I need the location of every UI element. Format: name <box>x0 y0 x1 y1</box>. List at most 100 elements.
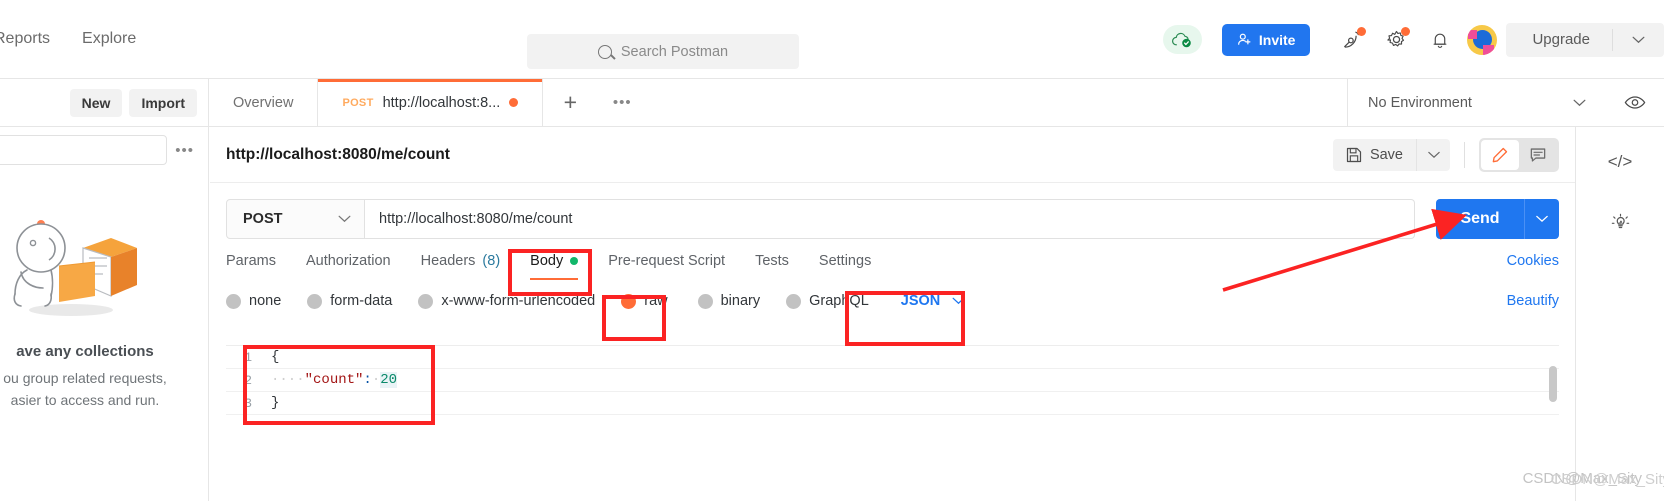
gear-badge <box>1401 26 1411 36</box>
sidebar-actions: New Import <box>0 79 209 126</box>
request-title-bar: http://localhost:8080/me/count Save <box>210 127 1575 183</box>
tab-headers-count: (8) <box>482 253 501 269</box>
search-icon <box>597 44 612 59</box>
avatar[interactable] <box>1467 24 1498 55</box>
lightbulb-icon[interactable] <box>1600 205 1640 239</box>
import-button[interactable]: Import <box>129 88 197 117</box>
cloud-check-icon[interactable] <box>1162 25 1202 54</box>
eye-icon[interactable] <box>1606 79 1664 126</box>
sidebar-ellipsis-icon[interactable]: ••• <box>175 142 198 159</box>
request-builder: http://localhost:8080/me/count Save POST… <box>210 127 1575 501</box>
body-type-row: none form-data x-www-form-urlencoded raw… <box>210 280 1575 309</box>
code-line: 2 ····"count":·20 <box>226 369 1559 392</box>
body-type-graphql-label: GraphQL <box>809 293 869 309</box>
tab-authorization[interactable]: Authorization <box>306 253 391 280</box>
url-input[interactable]: http://localhost:8080/me/count <box>365 199 1415 239</box>
person-with-box-illustration <box>0 181 208 331</box>
tab-authorization-label: Authorization <box>305 253 391 269</box>
body-type-raw[interactable]: raw <box>621 293 668 309</box>
body-format-select[interactable]: JSON <box>901 293 966 309</box>
code-snippet-icon[interactable]: </> <box>1600 145 1640 179</box>
nav-item-explore[interactable]: Explore <box>82 30 136 48</box>
tab-settings[interactable]: Settings <box>819 253 871 280</box>
send-options-chevron-down-icon[interactable] <box>1524 199 1559 239</box>
method-select[interactable]: POST <box>226 199 365 239</box>
request-section-tabs: Params Authorization Headers (8) Body Pr… <box>210 239 1575 280</box>
radio-icon <box>697 293 713 309</box>
pencil-icon[interactable] <box>1481 139 1519 170</box>
tab-tests[interactable]: Tests <box>755 253 789 280</box>
tab-request-post[interactable]: POST http://localhost:8... <box>318 79 544 126</box>
bell-icon[interactable] <box>1418 18 1462 62</box>
body-code-editor[interactable]: 1 { 2 ····"count":·20 3 } <box>226 345 1559 501</box>
radio-icon <box>786 293 802 309</box>
body-type-form-data[interactable]: form-data <box>307 293 392 309</box>
code-value: 20 <box>380 372 398 388</box>
tab-body-label: Body <box>530 253 564 269</box>
upgrade-button[interactable]: Upgrade <box>1506 22 1664 57</box>
postman-app-window: Reports Explore Search Postman <box>0 0 1664 501</box>
tab-method-label: POST <box>342 96 374 109</box>
header-actions: Invite Upgrade <box>1162 0 1664 79</box>
url-value: http://localhost:8080/me/count <box>379 211 573 227</box>
line-number: 1 <box>244 349 252 365</box>
body-type-form-data-label: form-data <box>330 293 393 309</box>
avatar-shape-left <box>1468 29 1478 39</box>
code-line: 3 } <box>226 392 1559 415</box>
save-options-chevron-down-icon[interactable] <box>1416 138 1450 171</box>
satellite-badge <box>1357 26 1367 36</box>
code-key: "count" <box>304 372 364 388</box>
body-indicator-dot-icon <box>570 257 579 265</box>
global-search[interactable]: Search Postman <box>527 34 799 69</box>
sidebar-empty-line2: asier to access and run. <box>10 391 160 408</box>
body-type-graphql[interactable]: GraphQL <box>786 293 869 309</box>
environment-selector[interactable]: No Environment <box>1347 79 1606 126</box>
body-type-none[interactable]: none <box>226 293 281 309</box>
body-type-raw-label: raw <box>644 293 668 309</box>
unsaved-dot-icon <box>509 98 519 107</box>
body-type-urlencoded-label: x-www-form-urlencoded <box>441 293 596 309</box>
code-content: { <box>271 349 280 365</box>
new-button[interactable]: New <box>69 88 123 117</box>
line-number: 2 <box>244 372 252 388</box>
invite-label: Invite <box>1258 31 1296 48</box>
tab-pre-request-script-label: Pre-request Script <box>608 253 726 269</box>
tab-body[interactable]: Body <box>530 253 579 280</box>
tab-headers[interactable]: Headers (8) <box>421 253 501 280</box>
body-type-urlencoded[interactable]: x-www-form-urlencoded <box>418 293 595 309</box>
top-header-bar: Reports Explore Search Postman <box>0 0 1664 79</box>
editor-scrollbar[interactable] <box>1549 366 1557 402</box>
tab-strip: New Import Overview POST http://localhos… <box>0 79 1664 127</box>
upgrade-label: Upgrade <box>1532 31 1590 48</box>
body-type-binary[interactable]: binary <box>697 293 760 309</box>
search-placeholder: Search Postman <box>620 43 729 60</box>
sidebar-search-row: ••• <box>0 127 208 173</box>
request-title-actions: Save <box>1332 137 1559 172</box>
tab-pre-request-script[interactable]: Pre-request Script <box>608 253 725 280</box>
satellite-icon[interactable] <box>1330 18 1374 62</box>
avatar-shape-right <box>1483 44 1495 55</box>
title-divider <box>1464 141 1465 168</box>
cookies-link[interactable]: Cookies <box>1507 253 1559 269</box>
code-content: } <box>271 395 280 411</box>
chevron-down-icon[interactable] <box>1613 31 1664 49</box>
add-user-icon <box>1237 33 1251 45</box>
comment-icon[interactable] <box>1519 140 1557 170</box>
invite-button[interactable]: Invite <box>1221 23 1311 56</box>
send-button[interactable]: Send <box>1436 199 1524 239</box>
gear-icon[interactable] <box>1374 18 1418 62</box>
beautify-link[interactable]: Beautify <box>1507 293 1559 309</box>
tab-params[interactable]: Params <box>226 253 276 280</box>
tab-headers-label: Headers <box>420 253 476 269</box>
chevron-down-icon <box>338 211 351 227</box>
code-line: 1 { <box>226 346 1559 369</box>
view-toggle-group <box>1479 137 1559 172</box>
nav-item-reports[interactable]: Reports <box>0 30 50 48</box>
sidebar-empty-state: ave any collections ou group related req… <box>0 173 208 411</box>
line-number: 3 <box>244 395 252 411</box>
save-button[interactable]: Save <box>1332 138 1416 171</box>
plus-icon[interactable]: + <box>543 79 597 126</box>
tab-overview[interactable]: Overview <box>209 79 319 126</box>
sidebar-search-input[interactable] <box>0 135 168 165</box>
tab-options-ellipsis-icon[interactable]: ••• <box>597 79 647 126</box>
